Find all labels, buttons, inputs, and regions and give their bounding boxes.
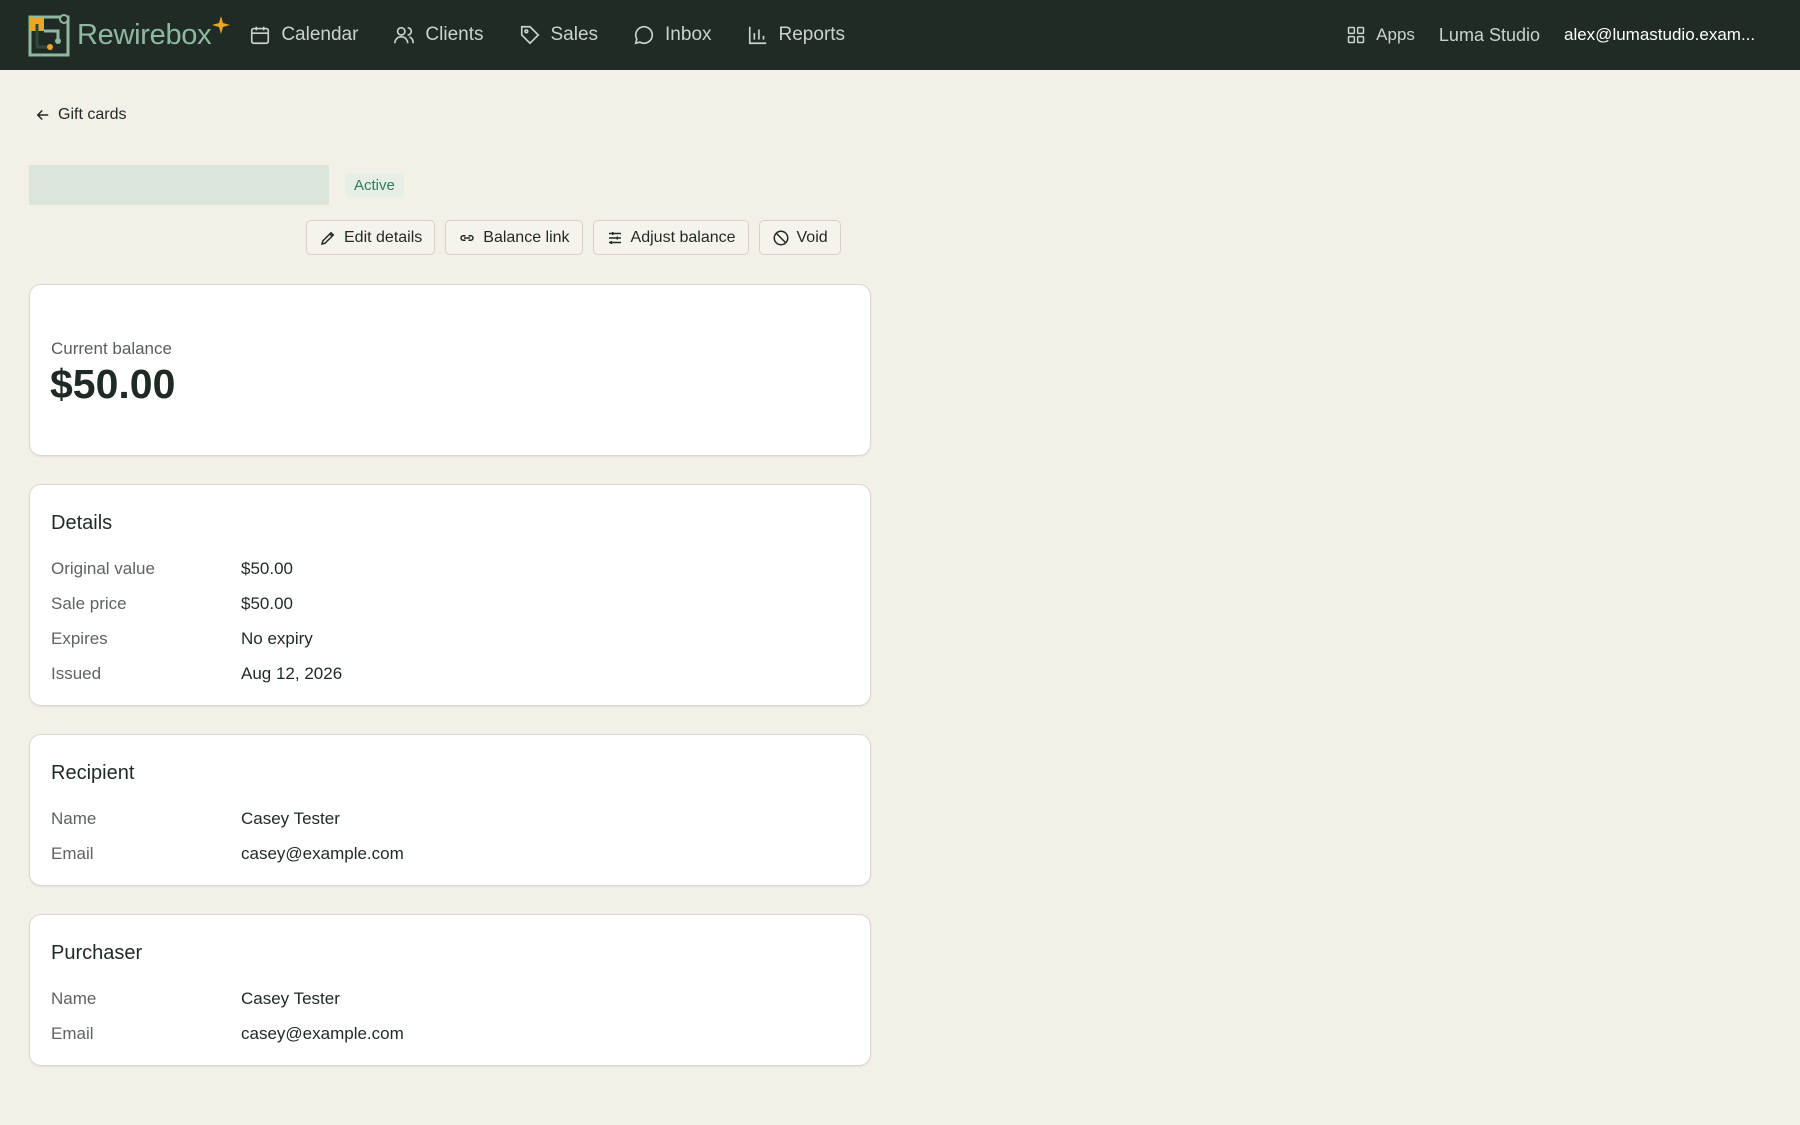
purchaser-row-name: Name Casey Tester: [51, 989, 340, 1009]
detail-key: Issued: [51, 664, 102, 683]
recipient-value: Casey Tester: [241, 809, 340, 828]
edit-details-label: Edit details: [344, 228, 423, 246]
app-logo[interactable]: Rewirebox: [28, 0, 212, 70]
back-to-gift-cards-link[interactable]: Gift cards: [34, 106, 126, 124]
users-icon: [394, 26, 415, 44]
user-account-menu[interactable]: alex@lumastudio.exam...: [1564, 25, 1756, 45]
detail-key: Expires: [51, 629, 108, 648]
recipient-row-email: Email casey@example.com: [51, 844, 404, 864]
recipient-key: Email: [51, 844, 94, 863]
nav-item-clients[interactable]: Clients: [393, 24, 484, 46]
details-row-original-value: Original value $50.00: [51, 559, 293, 579]
detail-key: Original value: [51, 559, 155, 578]
nav-item-sales[interactable]: Sales: [519, 24, 599, 46]
purchaser-key: Name: [51, 989, 97, 1008]
main-nav: Calendar Clients Sales Inbox Reports: [249, 0, 880, 70]
chat-icon: [634, 25, 654, 45]
tag-icon: [520, 25, 539, 45]
details-row-expires: Expires No expiry: [51, 629, 313, 649]
purchaser-row-email: Email casey@example.com: [51, 1024, 404, 1044]
balance-link-button[interactable]: Balance link: [445, 220, 583, 255]
void-button[interactable]: Void: [758, 220, 841, 255]
sliders-icon: [608, 231, 621, 244]
nav-label-calendar: Calendar: [281, 24, 359, 45]
logo-mark-icon: [28, 14, 70, 57]
recipient-title: Recipient: [51, 762, 135, 784]
bar-chart-icon: [748, 26, 766, 45]
gift-card-actions: Edit details Balance link Adjust balance…: [306, 220, 851, 255]
purchaser-value: casey@example.com: [241, 1024, 404, 1043]
app-name: Rewirebox: [77, 18, 212, 51]
apps-label: Apps: [1376, 25, 1415, 44]
nav-label-reports: Reports: [778, 24, 846, 45]
top-right-controls: Apps Luma Studio alex@lumastudio.exam...: [1346, 0, 1800, 70]
nav-item-inbox[interactable]: Inbox: [633, 24, 712, 46]
edit-details-button[interactable]: Edit details: [306, 220, 436, 255]
recipient-value: casey@example.com: [241, 844, 404, 863]
current-balance-card: Current balance $50.00: [29, 284, 871, 456]
purchaser-title: Purchaser: [51, 942, 143, 964]
purchaser-value: Casey Tester: [241, 989, 340, 1008]
pencil-icon: [320, 231, 335, 245]
current-balance-label: Current balance: [51, 339, 172, 358]
top-navigation-bar: Rewirebox Calendar Clients Sales Inbox R…: [0, 0, 1800, 70]
nav-label-inbox: Inbox: [665, 24, 712, 45]
details-row-sale-price: Sale price $50.00: [51, 594, 293, 614]
sparkle-icon: [212, 16, 230, 34]
detail-value: Aug 12, 2026: [241, 664, 343, 683]
arrow-left-icon: [36, 109, 49, 121]
recipient-key: Name: [51, 809, 97, 828]
current-balance-value: $50.00: [50, 361, 176, 407]
apps-menu[interactable]: Apps: [1346, 25, 1415, 45]
nav-label-clients: Clients: [425, 24, 484, 45]
purchaser-card: Purchaser Name Casey Tester Email casey@…: [29, 914, 871, 1066]
adjust-balance-button[interactable]: Adjust balance: [592, 220, 749, 255]
gift-card-code-placeholder: [29, 165, 329, 205]
ban-icon: [773, 230, 789, 245]
details-row-issued: Issued Aug 12, 2026: [51, 664, 342, 684]
nav-item-calendar[interactable]: Calendar: [249, 24, 358, 46]
studio-switcher[interactable]: Luma Studio: [1439, 25, 1540, 46]
nav-label-sales: Sales: [550, 24, 599, 45]
detail-value: $50.00: [241, 594, 293, 613]
status-badge: Active: [345, 173, 404, 197]
back-label: Gift cards: [58, 106, 127, 123]
purchaser-key: Email: [51, 1024, 94, 1043]
recipient-card: Recipient Name Casey Tester Email casey@…: [29, 734, 871, 886]
details-card: Details Original value $50.00 Sale price…: [29, 484, 871, 706]
adjust-balance-label: Adjust balance: [630, 228, 736, 246]
grid-icon: [1347, 26, 1365, 44]
link-icon: [460, 234, 474, 241]
void-label: Void: [796, 228, 828, 246]
nav-item-reports[interactable]: Reports: [747, 24, 846, 46]
detail-value: $50.00: [241, 559, 293, 578]
detail-key: Sale price: [51, 594, 127, 613]
recipient-row-name: Name Casey Tester: [51, 809, 340, 829]
detail-value: No expiry: [241, 629, 313, 648]
details-title: Details: [51, 512, 113, 534]
balance-link-label: Balance link: [483, 228, 570, 246]
calendar-icon: [251, 26, 270, 45]
